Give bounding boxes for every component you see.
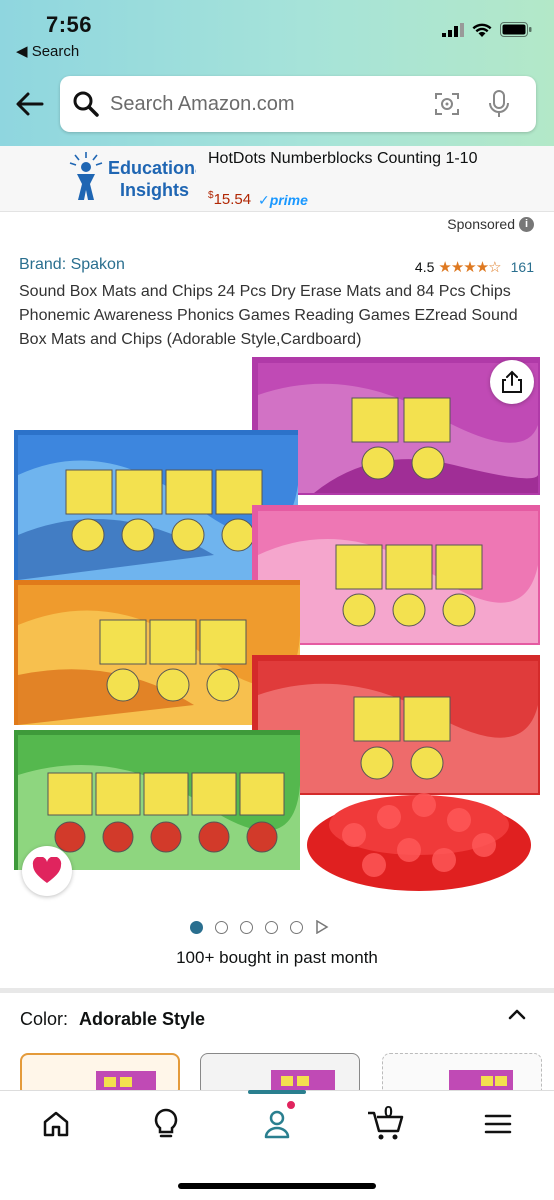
tab-inspire[interactable]	[146, 1104, 186, 1144]
lightbulb-icon	[154, 1108, 178, 1138]
wifi-icon	[472, 23, 492, 37]
back-app-label: Search	[31, 43, 80, 60]
menu-icon	[484, 1114, 512, 1134]
search-placeholder: Search Amazon.com	[110, 93, 295, 115]
color-label: Color:	[20, 1009, 69, 1029]
image-carousel-dots[interactable]	[190, 920, 329, 934]
sponsored-label[interactable]: Sponsored i	[447, 216, 534, 232]
carousel-dot[interactable]	[215, 920, 228, 934]
carousel-dot[interactable]	[290, 920, 303, 934]
back-arrow-icon[interactable]	[14, 86, 46, 122]
camera-search-icon[interactable]	[432, 89, 462, 119]
ad-price: $15.54	[208, 190, 251, 208]
wishlist-button[interactable]	[22, 846, 72, 896]
back-to-app-link[interactable]: ◀ Search	[16, 42, 79, 60]
svg-text:Educational: Educational	[108, 158, 196, 178]
section-divider	[0, 988, 554, 993]
notification-badge	[286, 1100, 296, 1110]
svg-text:Insights: Insights	[120, 180, 189, 200]
app-header: 7:56 ◀ Search Search Amazon.com	[0, 0, 554, 146]
home-indicator	[178, 1183, 376, 1189]
chevron-up-icon[interactable]	[506, 1004, 528, 1026]
share-button[interactable]	[490, 360, 534, 404]
heart-icon	[32, 857, 62, 883]
cart-count: 0	[384, 1104, 393, 1121]
brand-link[interactable]: Brand: Spakon	[19, 256, 125, 274]
sponsored-text: Sponsored	[447, 216, 515, 232]
search-icon	[73, 91, 99, 117]
carousel-dot[interactable]	[265, 920, 278, 934]
ad-price-value: 15.54	[213, 191, 252, 208]
search-input[interactable]: Search Amazon.com	[60, 76, 536, 132]
star-rating-icon: ★★★★☆	[438, 259, 501, 276]
bought-count-text: 100+ bought in past month	[176, 948, 378, 967]
battery-icon	[500, 22, 532, 37]
carousel-dot[interactable]	[190, 920, 203, 934]
carousel-dot[interactable]	[240, 920, 253, 934]
product-image[interactable]	[14, 355, 542, 891]
tab-account[interactable]	[257, 1104, 297, 1144]
status-icons	[442, 22, 532, 37]
active-tab-indicator	[248, 1090, 306, 1094]
color-selector-label[interactable]: Color: Adorable Style	[20, 1009, 205, 1030]
product-title: Sound Box Mats and Chips 24 Pcs Dry Eras…	[19, 283, 518, 348]
sponsored-ad-banner[interactable]: Educational Insights HotDots Numberblock…	[0, 146, 554, 212]
signal-icon	[442, 22, 464, 37]
color-value: Adorable Style	[79, 1009, 206, 1029]
share-icon	[502, 370, 522, 393]
video-play-icon[interactable]	[315, 920, 329, 934]
status-time: 7:56	[46, 12, 93, 37]
back-triangle-icon: ◀	[16, 43, 32, 60]
ad-product-title[interactable]: HotDots Numberblocks Counting 1-10	[208, 149, 508, 169]
user-icon	[264, 1110, 290, 1139]
prime-badge: ✓prime	[258, 192, 308, 208]
red-chips-pile	[307, 793, 531, 891]
info-icon[interactable]: i	[519, 216, 534, 232]
tab-menu[interactable]	[478, 1104, 518, 1144]
rating-summary[interactable]: 4.5 ★★★★☆ 161	[415, 258, 534, 276]
review-count[interactable]: 161	[511, 259, 534, 275]
tab-home[interactable]	[36, 1104, 76, 1144]
home-icon	[43, 1111, 69, 1137]
educational-insights-logo: Educational Insights	[68, 150, 210, 213]
rating-value: 4.5	[414, 259, 435, 275]
microphone-icon[interactable]	[488, 89, 510, 119]
